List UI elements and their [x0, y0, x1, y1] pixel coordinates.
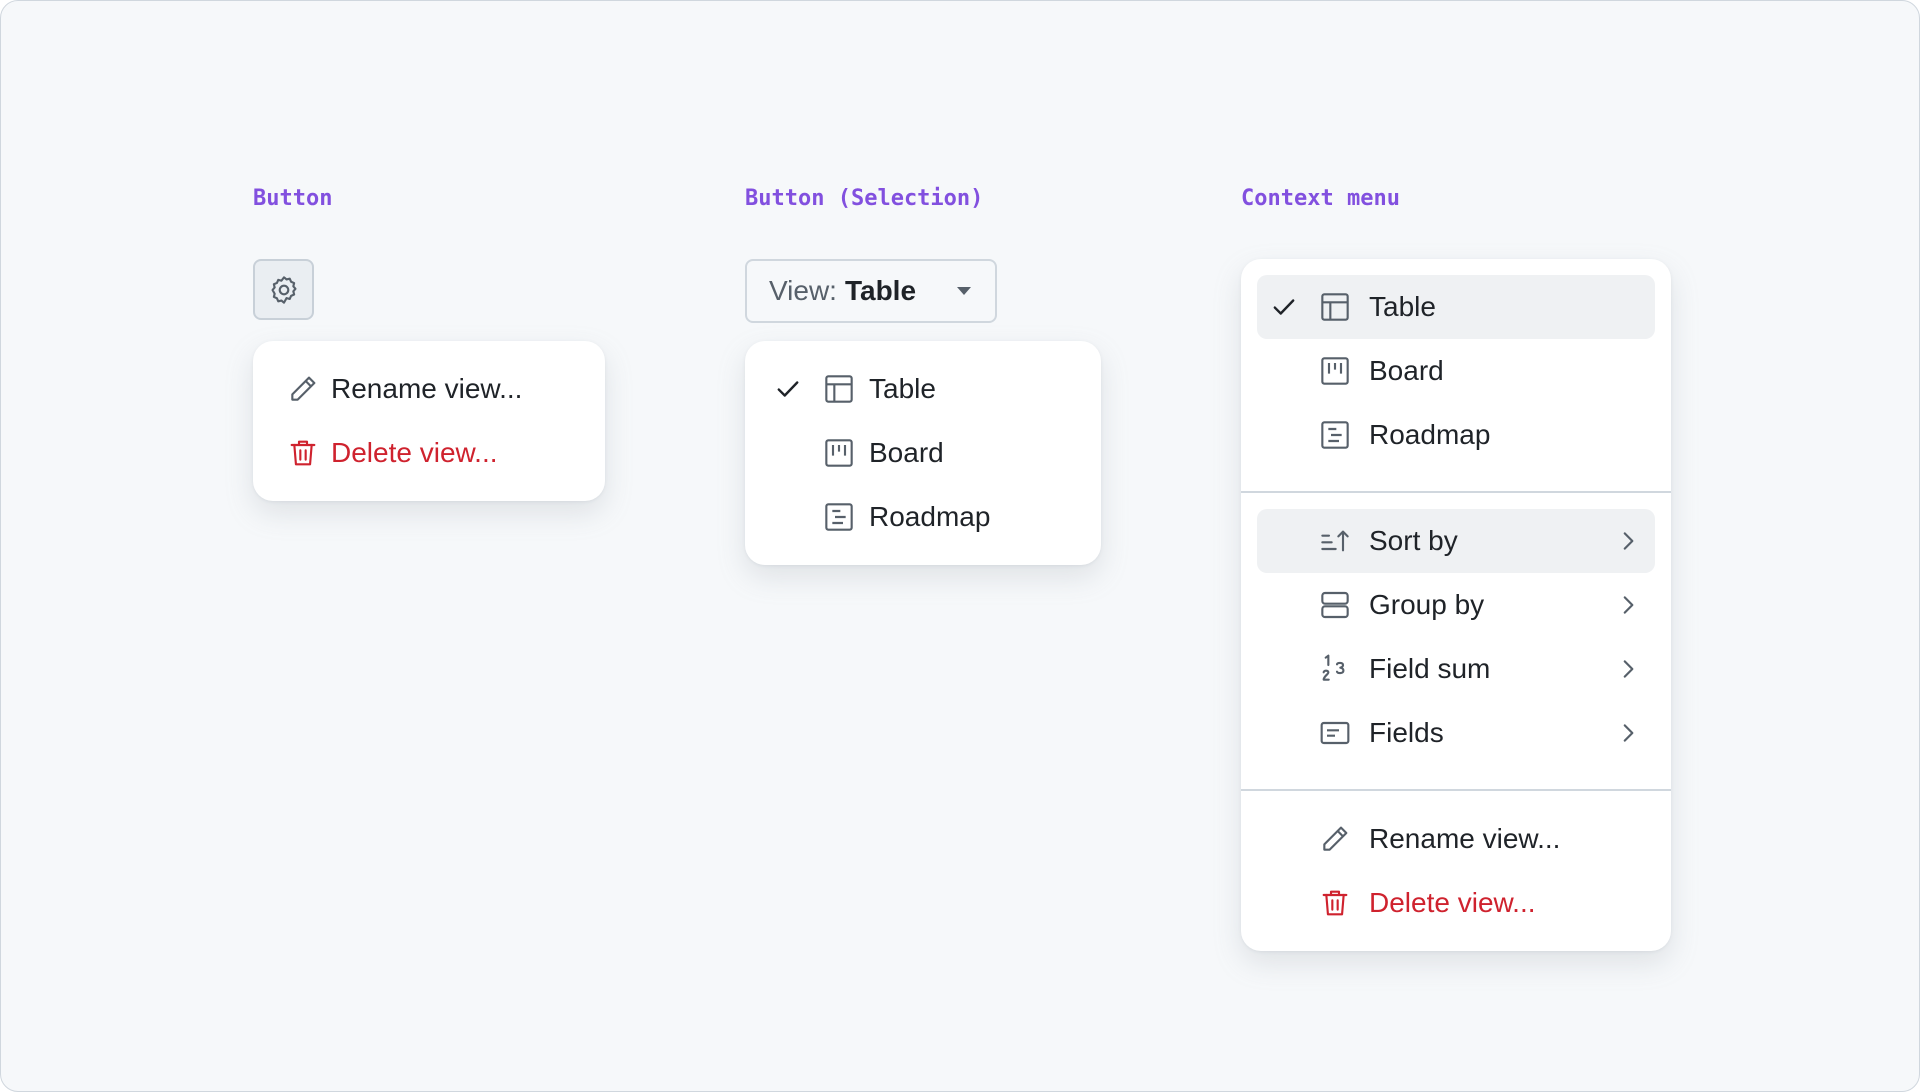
context-item-group-by[interactable]: Group by — [1257, 573, 1655, 637]
note-icon — [1319, 717, 1351, 749]
table-icon — [823, 373, 855, 405]
board-icon — [823, 437, 855, 469]
menu-item-label: Table — [1369, 291, 1436, 322]
context-item-field-sum[interactable]: Field sum — [1257, 637, 1655, 701]
menu-item-roadmap[interactable]: Roadmap — [761, 485, 1085, 549]
menu-item-label: Delete view... — [1369, 887, 1536, 918]
chevron-right-icon — [1615, 720, 1641, 746]
chevron-right-icon — [1615, 528, 1641, 554]
menu-item-table[interactable]: Table — [761, 357, 1085, 421]
menu-item-label: Sort by — [1369, 525, 1458, 556]
menu-item-label: Rename view... — [1369, 823, 1561, 854]
context-item-rename-view[interactable]: Rename view... — [1257, 807, 1655, 871]
menu-item-rename-view[interactable]: Rename view... — [269, 357, 589, 421]
menu-item-label: Board — [1369, 355, 1444, 386]
number-icon — [1319, 653, 1351, 685]
select-value: Table — [844, 275, 917, 306]
menu-item-label: Field sum — [1369, 653, 1491, 684]
context-item-table[interactable]: Table — [1257, 275, 1655, 339]
menu-item-board[interactable]: Board — [761, 421, 1085, 485]
menu-divider — [1241, 789, 1671, 791]
rows-icon — [1319, 589, 1351, 621]
select-prefix: View: — [769, 275, 837, 306]
context-item-roadmap[interactable]: Roadmap — [1257, 403, 1655, 467]
selection-heading: Button (Selection) — [745, 186, 984, 211]
check-icon — [1271, 294, 1297, 320]
context-item-board[interactable]: Board — [1257, 339, 1655, 403]
sort-asc-icon — [1319, 525, 1351, 557]
menu-item-delete-view[interactable]: Delete view... — [269, 421, 589, 485]
triangle-down-icon — [955, 286, 973, 296]
menu-item-label: Delete view... — [331, 437, 498, 468]
view-select-button[interactable]: View: Table — [745, 259, 997, 323]
menu-item-label: Roadmap — [869, 501, 991, 532]
gear-menu: Rename view... Delete view... — [253, 341, 605, 501]
context-heading: Context menu — [1241, 186, 1400, 211]
roadmap-icon — [823, 501, 855, 533]
chevron-right-icon — [1615, 592, 1641, 618]
gear-button[interactable] — [253, 259, 314, 320]
button-heading: Button — [253, 186, 333, 211]
menu-item-label: Board — [869, 437, 944, 468]
roadmap-icon — [1319, 419, 1351, 451]
menu-item-label: Group by — [1369, 589, 1485, 620]
context-item-delete-view[interactable]: Delete view... — [1257, 871, 1655, 935]
chevron-right-icon — [1615, 656, 1641, 682]
trash-icon — [1319, 887, 1351, 919]
pencil-icon — [287, 373, 319, 405]
menu-item-label: Roadmap — [1369, 419, 1491, 450]
context-item-sort-by[interactable]: Sort by — [1257, 509, 1655, 573]
trash-icon — [287, 437, 319, 469]
context-item-fields[interactable]: Fields — [1257, 701, 1655, 765]
menu-divider — [1241, 491, 1671, 493]
canvas: Button Rename view... Delete view... But… — [0, 0, 1920, 1092]
gear-icon — [268, 274, 300, 306]
context-menu: Table Board Roadmap Sort by Group by Fie… — [1241, 259, 1671, 951]
board-icon — [1319, 355, 1351, 387]
menu-item-label: Rename view... — [331, 373, 523, 404]
view-select-menu: Table Board Roadmap — [745, 341, 1101, 565]
pencil-icon — [1319, 823, 1351, 855]
check-icon — [775, 376, 801, 402]
menu-item-label: Table — [869, 373, 936, 404]
table-icon — [1319, 291, 1351, 323]
menu-item-label: Fields — [1369, 717, 1444, 748]
